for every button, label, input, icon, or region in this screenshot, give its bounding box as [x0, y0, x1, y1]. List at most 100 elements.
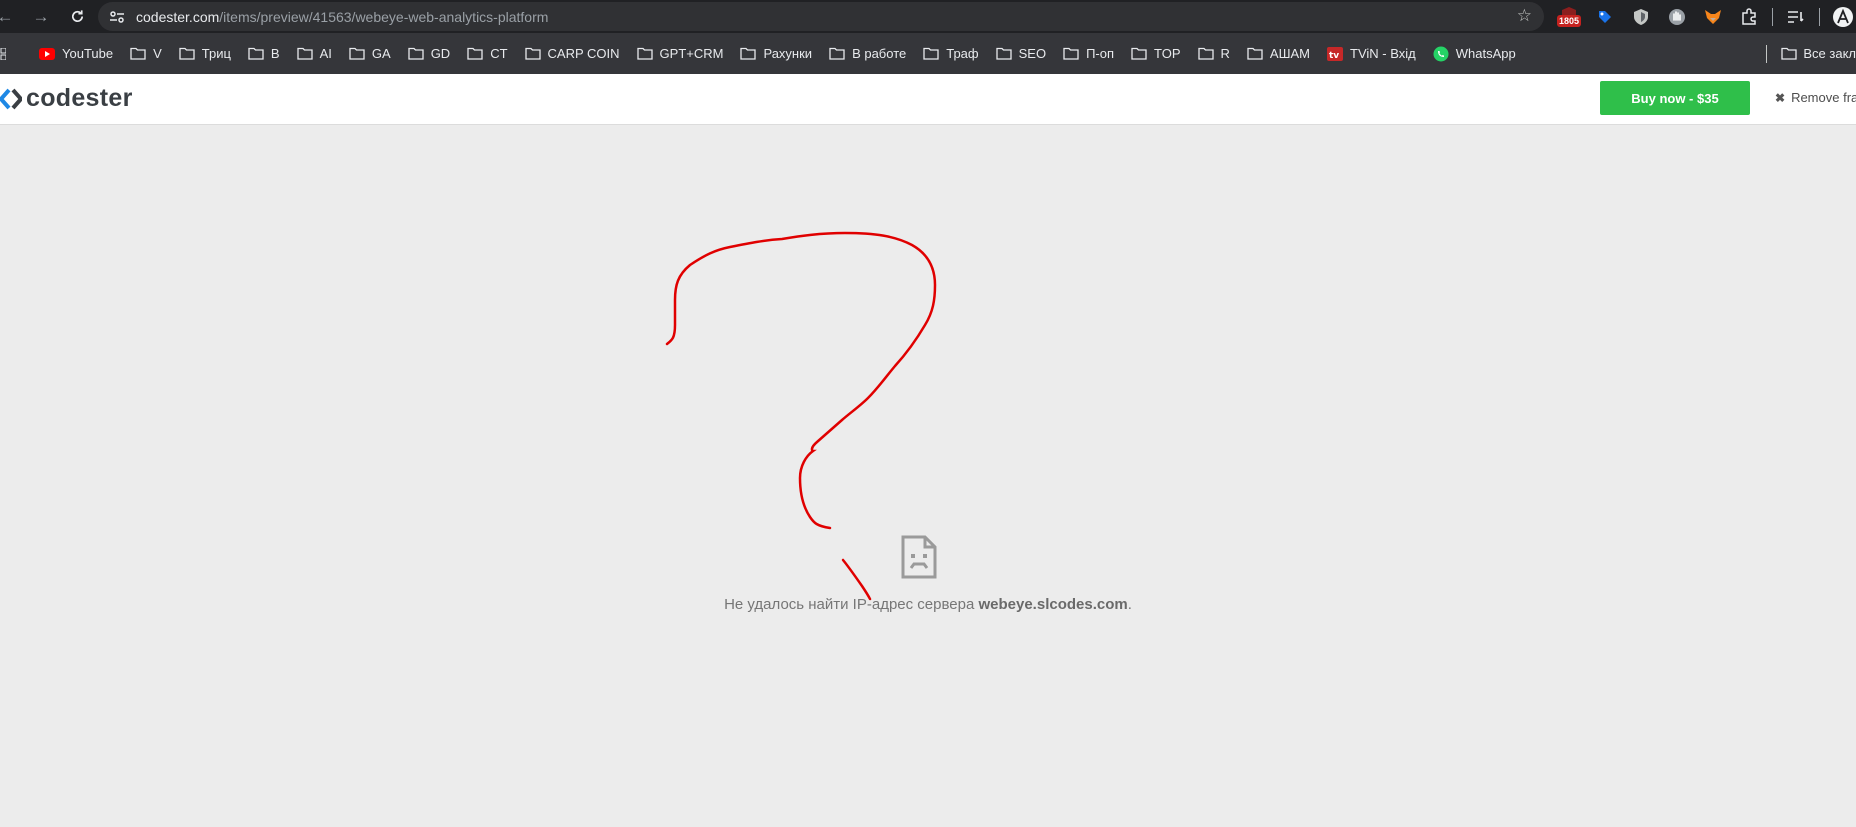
all-bookmarks-label: Все закл [1803, 46, 1856, 61]
bookmark-item[interactable]: tv TViN - Вхід [1319, 40, 1425, 68]
bookmark-item[interactable]: CT [459, 40, 516, 68]
bookmark-star-icon[interactable]: ☆ [1517, 6, 1532, 26]
bookmark-item[interactable]: B [240, 40, 289, 68]
folder-icon [1247, 47, 1270, 60]
bookmark-label: V [153, 46, 162, 61]
tvin-icon: tv [1327, 46, 1350, 61]
folder-icon [467, 47, 490, 60]
bookmark-item[interactable]: AI [289, 40, 341, 68]
folder-icon [179, 47, 202, 60]
reload-icon [71, 10, 83, 22]
apps-grid-icon[interactable] [0, 40, 31, 68]
error-message-suffix: . [1127, 596, 1132, 613]
sad-document-icon [901, 535, 937, 579]
logo-text: codester [26, 84, 133, 112]
svg-text:tv: tv [1329, 51, 1339, 61]
bookmarks-bar: YouTube V Триц B AI GA GD CT CARP COIN GPT+CRM Рах… [0, 33, 1856, 74]
codester-logo[interactable]: codester [0, 84, 133, 113]
bookmark-item[interactable]: CARP COIN [517, 40, 629, 68]
hand-extension-icon[interactable] [1664, 4, 1690, 30]
bookmark-item[interactable]: SEO [988, 40, 1055, 68]
bookmark-label: Рахунки [763, 46, 813, 61]
bookmark-item[interactable]: YouTube [31, 40, 122, 68]
bookmark-label: GA [371, 46, 391, 61]
back-button[interactable]: ← [0, 4, 18, 30]
bookmark-label: B [270, 46, 280, 61]
folder-icon [296, 47, 320, 60]
reload-button[interactable] [64, 4, 90, 30]
extensions-area: 1805 [1556, 0, 1856, 33]
folder-icon [349, 47, 372, 60]
error-message-prefix: Не удалось найти IP-адрес сервера [724, 596, 979, 613]
youtube-icon [39, 47, 62, 60]
error-server-name: webeye.slcodes.com [978, 596, 1128, 613]
folder-icon [524, 47, 548, 60]
bookmark-item[interactable]: П-оп [1055, 40, 1123, 68]
all-bookmarks[interactable]: Все закл [1766, 33, 1856, 74]
site-info-icon[interactable] [106, 6, 128, 28]
bookmark-item[interactable]: TOP [1123, 40, 1190, 68]
bookmark-label: SEO [1018, 46, 1047, 61]
browser-toolbar: ← → codester.com/items/preview/41563/web… [0, 0, 1856, 33]
bookmark-label: CT [490, 46, 508, 61]
folder-icon [1063, 47, 1086, 60]
folder-icon [740, 47, 763, 60]
toolbar-divider-2 [1819, 7, 1820, 26]
folder-icon [1197, 47, 1221, 60]
folder-icon [636, 47, 660, 60]
bookmark-item[interactable]: R [1190, 40, 1239, 68]
bookmark-item[interactable]: Триц [171, 40, 240, 68]
fox-extension-icon[interactable] [1700, 4, 1726, 30]
buy-now-button[interactable]: Buy now - $35 [1600, 81, 1750, 115]
folder-icon [130, 47, 153, 60]
bookmark-item[interactable]: V [122, 40, 171, 68]
reading-list-icon[interactable] [1783, 4, 1809, 30]
forward-button[interactable]: → [28, 4, 54, 30]
bookmark-label: TOP [1154, 46, 1181, 61]
url-path: /items/preview/41563/webeye-web-analytic… [219, 8, 549, 25]
toolbar-divider [1772, 7, 1773, 26]
bookmark-label: АШАМ [1269, 46, 1311, 61]
extensions-puzzle-icon[interactable] [1736, 4, 1762, 30]
bookmark-item[interactable]: GPT+CRM [629, 40, 733, 68]
url-host: codester.com [136, 8, 220, 25]
folder-icon [923, 47, 946, 60]
folder-icon [995, 47, 1019, 60]
bookmark-item[interactable]: WhatsApp [1425, 40, 1525, 68]
whatsapp-icon [1433, 46, 1456, 62]
bookmark-label: Траф [946, 46, 979, 61]
bookmark-list: YouTube V Триц B AI GA GD CT CARP COIN GPT+CRM Рах… [31, 40, 1525, 68]
bookmark-label: GPT+CRM [659, 46, 724, 61]
tag-extension-icon[interactable] [1592, 4, 1618, 30]
folder-icon [408, 47, 431, 60]
bookmarks-divider [1766, 44, 1768, 63]
bookmark-item[interactable]: АШАМ [1239, 40, 1319, 68]
folder-icon [248, 47, 271, 60]
address-bar[interactable]: codester.com/items/preview/41563/webeye-… [98, 2, 1544, 31]
bookmark-label: П-оп [1086, 46, 1115, 61]
folder-icon [1131, 47, 1154, 60]
bookmark-item[interactable]: В работе [821, 40, 915, 68]
bookmark-label: YouTube [62, 46, 114, 61]
remove-frame-label: Remove fra [1791, 90, 1856, 105]
bookmark-item[interactable]: Рахунки [732, 40, 821, 68]
close-icon: ✖ [1775, 90, 1786, 105]
extension-badge-icon[interactable]: 1805 [1556, 4, 1582, 30]
bookmark-label: AI [319, 46, 332, 61]
bookmark-item[interactable]: Траф [915, 40, 987, 68]
bookmark-label: CARP COIN [547, 46, 620, 61]
bookmark-label: В работе [852, 46, 907, 61]
bookmark-label: R [1220, 46, 1230, 61]
shield-extension-icon[interactable] [1628, 4, 1654, 30]
codester-chevrons-icon [0, 88, 22, 109]
remove-frame-link[interactable]: ✖ Remove fra [1775, 90, 1856, 105]
folder-icon [829, 47, 852, 60]
bookmark-label: Триц [201, 46, 231, 61]
bookmark-item[interactable]: GA [341, 40, 400, 68]
bookmark-label: GD [430, 46, 451, 61]
error-message: Не удалось найти IP-адрес сервера webeye… [0, 596, 1856, 613]
extension-badge-count: 1805 [1556, 14, 1582, 27]
codester-preview-bar: codester Buy now - $35 ✖ Remove fra [0, 74, 1856, 125]
bookmark-item[interactable]: GD [400, 40, 460, 68]
profile-avatar-icon[interactable] [1830, 4, 1856, 30]
